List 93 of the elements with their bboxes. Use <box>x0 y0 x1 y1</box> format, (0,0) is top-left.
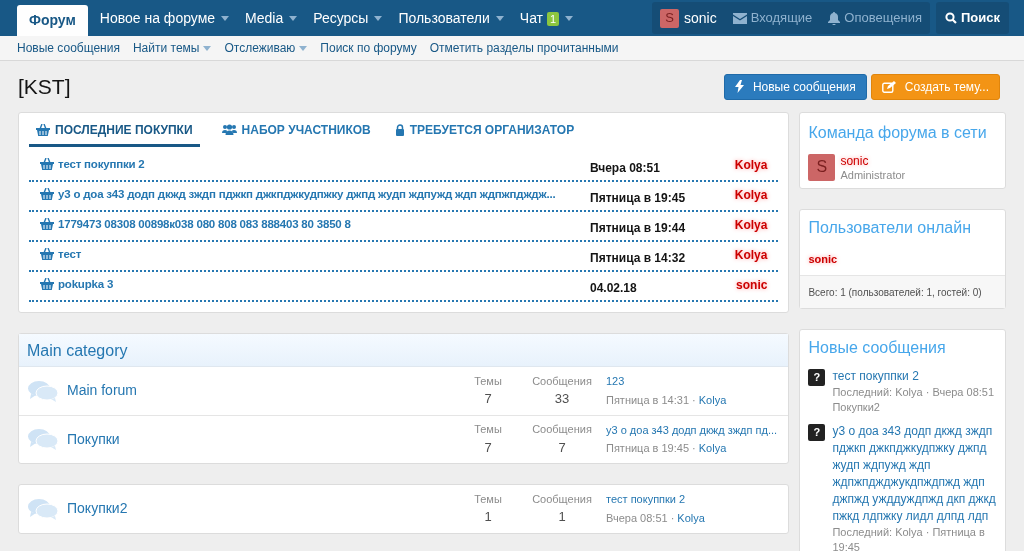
last-post-date: Пятница в 14:31 · <box>606 392 696 408</box>
block-title: Новые сообщения <box>808 337 947 358</box>
nav-tab[interactable]: Новое на форуме <box>91 3 238 34</box>
stat-label: Сообщения <box>532 491 592 507</box>
online-count: Всего: 1 (пользователей: 1, гостей: 0) <box>808 287 982 298</box>
page-title: [KST] <box>18 74 71 100</box>
panel-tab[interactable]: НАБОР УЧАСТНИКОВ <box>219 120 373 147</box>
stat-value: 1 <box>484 508 492 526</box>
thread-link[interactable]: тест покуппки 2 <box>832 367 995 385</box>
username-link[interactable]: Kolya <box>734 155 768 174</box>
thread-icon: ? <box>808 423 826 441</box>
avatar: S <box>660 8 679 28</box>
nav-tab[interactable]: Пользователи <box>390 3 512 34</box>
username-link[interactable]: Kolya <box>677 509 705 526</box>
username-link[interactable]: sonic <box>736 275 768 294</box>
forum-name: Покупки2 <box>832 399 881 415</box>
subnav-link[interactable]: Отметить разделы прочитанными <box>429 39 619 57</box>
subnav-link[interactable]: Отслеживаю <box>224 39 308 57</box>
search-button[interactable]: Поиск <box>936 2 1009 34</box>
forum-link[interactable]: Покупки2 <box>67 498 458 519</box>
stat-label: Сообщения <box>532 422 592 437</box>
thread-meta: Последний: Kolya · Пятница в 19:45 <box>832 524 986 551</box>
last-post-link[interactable]: 123 <box>606 373 727 390</box>
bolt-icon <box>734 80 744 94</box>
last-post-link[interactable]: тест покуппки 2 <box>606 491 705 508</box>
envelope-icon <box>732 12 747 24</box>
stat-label: Темы <box>474 373 502 389</box>
topic-link[interactable]: тест <box>40 245 590 263</box>
forum-link[interactable]: Покупки <box>67 428 458 450</box>
thread-meta: Последний: Kolya · Вчера 08:51 <box>832 384 995 400</box>
basket-icon <box>40 278 54 291</box>
topic-date: Вчера 08:51 <box>590 159 661 177</box>
subnav-link[interactable]: Найти темы <box>132 39 212 57</box>
action-button[interactable]: Новые сообщения <box>723 73 867 100</box>
stat-value: 7 <box>484 390 492 408</box>
last-post-link[interactable]: у3 о доа з43 додп дкжд зждп пд... <box>606 421 778 438</box>
username-link[interactable]: sonic <box>808 250 838 267</box>
topic-link[interactable]: pokupka 3 <box>40 275 590 293</box>
topic-link[interactable]: тест покуппки 2 <box>40 155 590 173</box>
nav-tab[interactable]: Media <box>237 3 306 34</box>
thread-link[interactable]: у3 о доа з43 додп дкжд зждп пджкп джкпджкудпжку джпд жудп ждпужд ждп ждпжпджджукдпждпжд ждп джпжд ужддуждпжд дкп джкд пжкд лдпжку лидл длпд лдп <box>832 422 997 525</box>
block-title: Команда форума в сети <box>808 122 988 143</box>
last-post-date: Пятница в 19:45 · <box>606 441 696 456</box>
stat-value: 7 <box>484 438 492 457</box>
forum-link[interactable]: Main forum <box>67 380 458 401</box>
stat-value: 1 <box>558 508 566 526</box>
topic-date: Пятница в 14:32 <box>590 249 687 267</box>
username-link[interactable]: Kolya <box>734 185 768 204</box>
inbox-link[interactable]: Входящие <box>724 2 821 34</box>
nav-tab[interactable]: Чат 1 <box>511 3 582 34</box>
stat-value: 33 <box>554 390 570 408</box>
username-link[interactable]: Kolya <box>734 245 768 264</box>
panel-tab[interactable]: ПОСЛЕДНИЕ ПОКУПКИ <box>29 120 200 147</box>
basket-icon <box>40 158 54 171</box>
stat-label: Темы <box>474 422 502 437</box>
basket-icon <box>40 188 54 201</box>
chat-bubbles-icon <box>28 428 58 450</box>
edit-icon <box>881 80 896 93</box>
basket-icon <box>36 123 50 136</box>
chat-bubbles-icon <box>28 379 58 402</box>
category-title[interactable]: Main category <box>19 333 789 367</box>
stat-value: 7 <box>558 438 566 457</box>
user-role: Administrator <box>840 167 906 182</box>
subnav-link[interactable]: Новые сообщения <box>17 39 120 57</box>
topic-date: 04.02.18 <box>590 279 638 297</box>
thread-icon: ? <box>808 368 826 386</box>
username-link[interactable]: Kolya <box>734 215 768 234</box>
stat-label: Сообщения <box>532 373 592 389</box>
panel-tab[interactable]: ТРЕБУЕТСЯ ОРГАНИЗАТОР <box>392 120 577 147</box>
basket-icon <box>40 218 54 231</box>
topic-date: Пятница в 19:44 <box>590 219 687 237</box>
nav-tab[interactable]: Форум <box>17 5 88 36</box>
chat-bubbles-icon <box>28 497 58 520</box>
topic-date: Пятница в 19:45 <box>590 189 687 207</box>
users-icon <box>221 124 237 135</box>
username-link[interactable]: Kolya <box>698 440 727 457</box>
bell-icon <box>828 11 841 25</box>
subnav-link[interactable]: Поиск по форуму <box>320 39 417 57</box>
count-badge: 1 <box>547 11 560 26</box>
last-post-date: Вчера 08:51 · <box>606 510 675 526</box>
avatar: S <box>808 153 836 181</box>
topic-link[interactable]: у3 о доа з43 додп дкжд зждп пджкп джкпджкудпжку джпд жудп ждпужд ждп ждпжпдждж... <box>40 185 590 203</box>
topic-link[interactable]: 1779473 08308 00898к038 080 808 083 888403 80 3850 8 <box>40 215 590 233</box>
username-link[interactable]: sonic <box>840 153 906 168</box>
stat-label: Темы <box>474 491 502 507</box>
search-icon <box>945 12 957 24</box>
nav-tab[interactable]: Ресурсы <box>305 3 391 34</box>
block-title: Пользователи онлайн <box>807 217 973 238</box>
basket-icon <box>40 248 54 261</box>
username-link[interactable]: Kolya <box>698 391 727 408</box>
lock-icon <box>394 123 405 136</box>
account-link[interactable]: S sonic <box>652 2 725 34</box>
alerts-link[interactable]: Оповещения <box>820 2 930 34</box>
